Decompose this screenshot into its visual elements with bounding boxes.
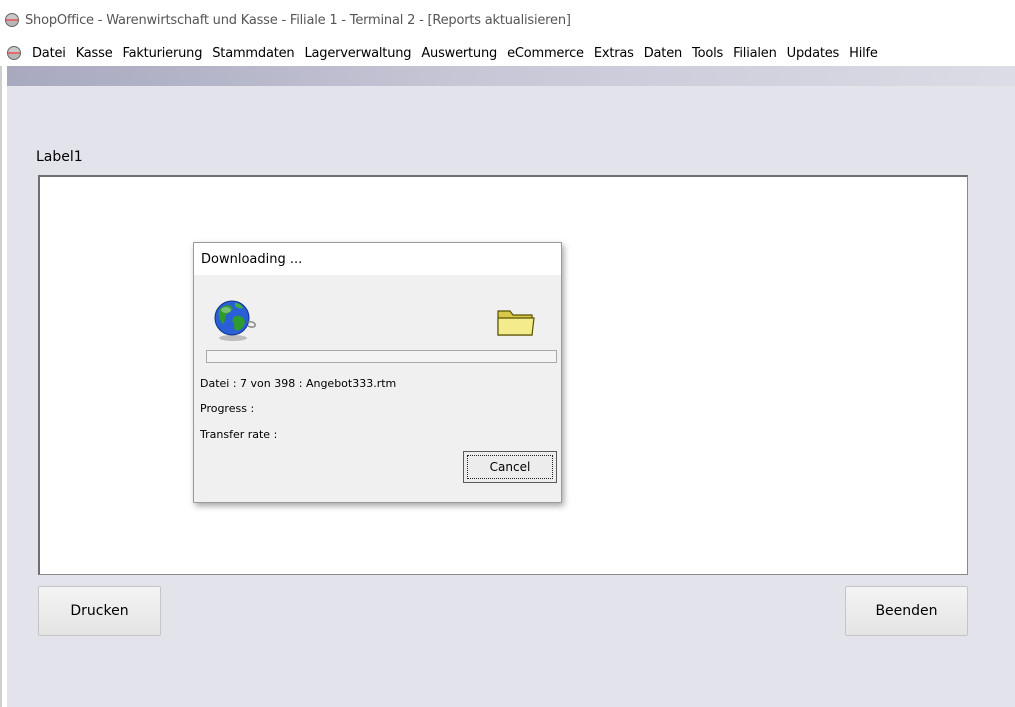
window-edge (0, 66, 2, 707)
menu-tools[interactable]: Tools (687, 46, 728, 61)
cancel-button[interactable]: Cancel (463, 451, 557, 483)
menu-lagerverwaltung[interactable]: Lagerverwaltung (299, 46, 416, 61)
close-button[interactable]: Beenden (845, 586, 968, 636)
folder-icon (497, 310, 535, 336)
menu-auswertung[interactable]: Auswertung (416, 46, 502, 61)
menu-kasse[interactable]: Kasse (71, 46, 118, 61)
print-button[interactable]: Drucken (38, 586, 161, 636)
transfer-rate-label: Transfer rate : (200, 428, 278, 441)
download-dialog: Downloading ... Datei : 7 von 398 : Ange… (193, 242, 562, 503)
file-status-text: Datei : 7 von 398 : Angebot333.rtm (200, 377, 397, 390)
title-bar: ShopOffice - Warenwirtschaft und Kasse -… (0, 0, 1015, 40)
progress-label: Progress : (200, 402, 255, 415)
globe-icon (214, 300, 256, 341)
menu-updates[interactable]: Updates (782, 46, 844, 61)
menu-daten[interactable]: Daten (639, 46, 687, 61)
dialog-title: Downloading ... (194, 243, 561, 275)
system-menu-icon[interactable] (7, 46, 21, 60)
menu-stammdaten[interactable]: Stammdaten (207, 46, 299, 61)
form-label: Label1 (36, 149, 83, 165)
window-title: ShopOffice - Warenwirtschaft und Kasse -… (25, 12, 571, 28)
app-logo-icon (5, 13, 19, 27)
menu-hilfe[interactable]: Hilfe (844, 46, 883, 61)
download-progress-bar (206, 350, 557, 363)
menu-filialen[interactable]: Filialen (728, 46, 782, 61)
menu-datei[interactable]: Datei (27, 46, 71, 61)
menu-extras[interactable]: Extras (589, 46, 639, 61)
cancel-button-label: Cancel (467, 455, 553, 479)
menu-fakturierung[interactable]: Fakturierung (118, 46, 208, 61)
header-band (7, 66, 1015, 86)
menu-bar: Datei Kasse Fakturierung Stammdaten Lage… (0, 40, 1015, 66)
menu-ecommerce[interactable]: eCommerce (502, 46, 589, 61)
